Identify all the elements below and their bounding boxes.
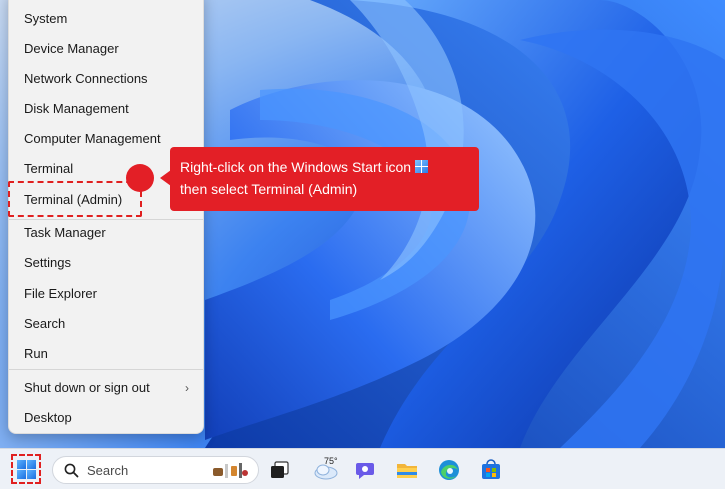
menu-item-label: Search	[24, 316, 66, 331]
callout-marker-dot	[126, 164, 154, 192]
menu-item-disk-management[interactable]: Disk Management	[9, 95, 203, 123]
start-button[interactable]	[11, 454, 41, 484]
menu-item-network-connections[interactable]: Network Connections	[9, 65, 203, 93]
callout-line-1: Right-click on the Windows Start icon	[180, 159, 412, 175]
menu-separator	[9, 369, 203, 370]
callout-line-2: then select Terminal (Admin)	[180, 181, 358, 197]
weather-temperature: 75°	[324, 456, 338, 466]
menu-item-label: Device Manager	[24, 41, 119, 56]
start-context-menu: System Device Manager Network Connection…	[8, 0, 204, 434]
chat-icon[interactable]	[354, 458, 378, 482]
menu-item-label: Run	[24, 346, 48, 361]
menu-item-label: Computer Management	[24, 131, 161, 146]
menu-item-label: System	[24, 11, 68, 26]
menu-item-settings[interactable]: Settings	[9, 249, 203, 277]
file-explorer-icon[interactable]	[395, 458, 419, 482]
windows-logo-icon	[415, 160, 429, 173]
search-highlight-tools-icon	[213, 463, 248, 478]
menu-item-label: Network Connections	[24, 71, 148, 86]
menu-item-label: File Explorer	[24, 286, 97, 301]
menu-item-run[interactable]: Run	[9, 340, 203, 368]
menu-item-task-manager[interactable]: Task Manager	[9, 219, 203, 247]
menu-item-label: Disk Management	[24, 101, 129, 116]
menu-item-label: Terminal	[24, 161, 74, 176]
menu-item-label: Desktop	[24, 410, 72, 425]
instruction-callout: Right-click on the Windows Start icon th…	[170, 147, 479, 211]
menu-item-label: Settings	[24, 255, 71, 270]
menu-item-file-explorer[interactable]: File Explorer	[9, 280, 203, 308]
menu-item-device-manager[interactable]: Device Manager	[9, 35, 203, 63]
start-icon	[17, 460, 36, 479]
chevron-right-icon: ›	[185, 381, 189, 395]
menu-item-label: Shut down or sign out	[24, 380, 150, 395]
task-view-icon[interactable]	[268, 458, 292, 482]
menu-item-label: Task Manager	[24, 225, 106, 240]
store-icon[interactable]	[479, 458, 503, 482]
edge-icon[interactable]	[437, 458, 461, 482]
menu-item-desktop[interactable]: Desktop	[9, 404, 203, 432]
terminal-admin-highlight	[8, 181, 142, 217]
search-placeholder: Search	[87, 463, 129, 478]
menu-item-search[interactable]: Search	[9, 310, 203, 338]
menu-item-system[interactable]: System	[9, 5, 203, 33]
taskbar-search-box[interactable]: Search	[52, 456, 259, 484]
search-icon	[64, 463, 79, 478]
menu-item-shut-down[interactable]: Shut down or sign out ›	[9, 374, 203, 402]
taskbar: Search 75°	[0, 448, 725, 489]
